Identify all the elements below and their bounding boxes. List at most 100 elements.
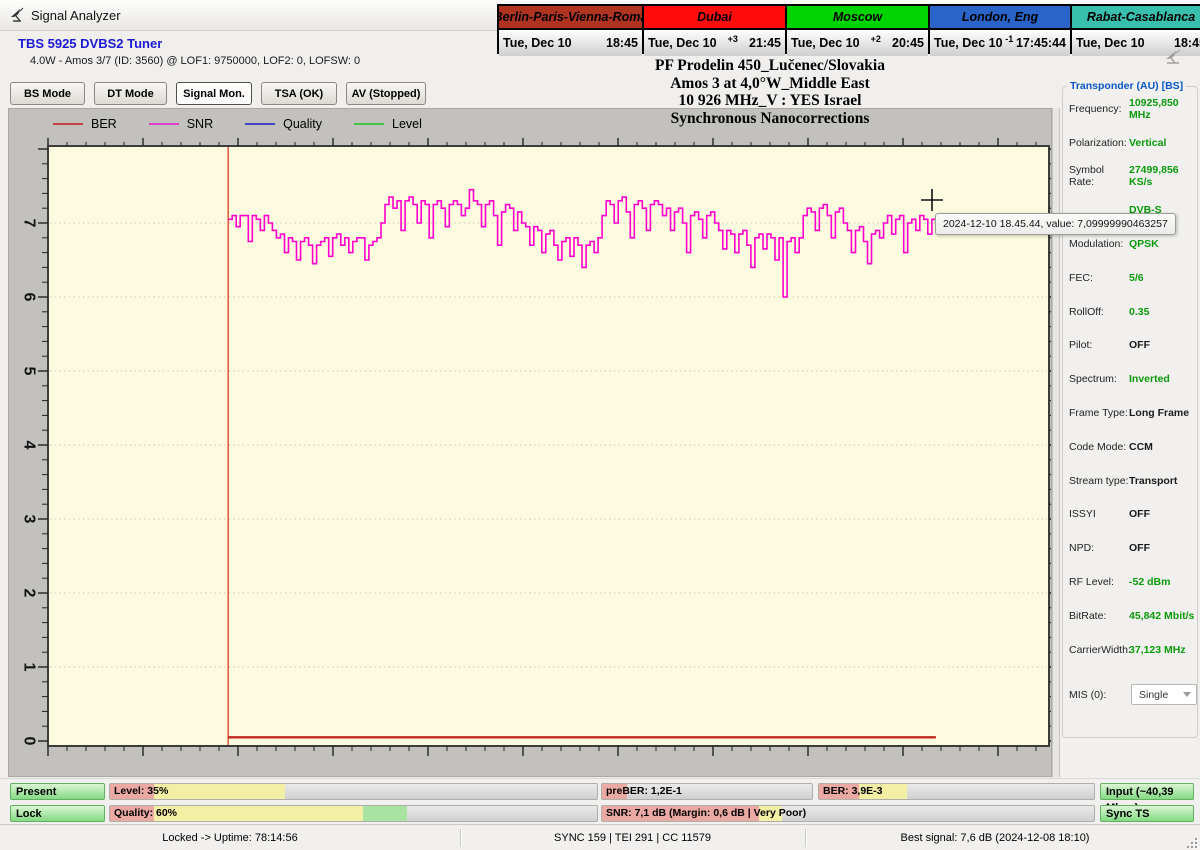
transponder-label: RollOff: <box>1069 305 1104 318</box>
y-tick-label: 3 <box>21 515 38 524</box>
transponder-label: Symbol Rate: <box>1069 164 1105 189</box>
transponder-row: CarrierWidth: 37,123 MHz <box>1063 633 1197 667</box>
transponder-row: RollOff: 0.35 <box>1063 295 1197 329</box>
transponder-label: ISSYI <box>1069 508 1096 521</box>
mis-selected-value: Single <box>1139 688 1169 701</box>
clock-city-1: Berlin-Paris-Vienna-Roma <box>499 6 642 28</box>
transponder-value: -52 dBm <box>1129 576 1171 589</box>
y-tick-label: 5 <box>21 367 38 376</box>
clock-city-2: Dubai <box>644 6 785 28</box>
resize-grip[interactable] <box>1185 836 1197 848</box>
legend-swatch <box>245 123 276 125</box>
transponder-label: BitRate: <box>1069 609 1107 622</box>
clock-date: Tue, Dec 10 <box>648 36 717 50</box>
mis-dropdown[interactable]: Single <box>1131 684 1197 706</box>
y-tick-label: 1 <box>21 663 38 672</box>
preber-progressbar: preBER: 1,2E-1 <box>601 783 813 800</box>
chevron-down-icon <box>1183 692 1191 698</box>
tab-bs-mode[interactable]: BS Mode <box>10 82 85 105</box>
chart-legend: BER SNR Quality Level <box>53 117 422 131</box>
clock-time: 18:45 <box>606 36 638 50</box>
status-sync-counters: SYNC 159 | TEI 291 | CC 11579 <box>554 832 711 844</box>
bar-segment-yellow <box>153 784 286 799</box>
app-icon <box>11 7 24 22</box>
transponder-value: 0.35 <box>1129 305 1150 318</box>
status-uptime: Locked -> Uptime: 78:14:56 <box>162 832 298 844</box>
tab-dt-mode[interactable]: DT Mode <box>94 82 167 105</box>
transponder-row: Polarization: Vertical <box>1063 126 1197 160</box>
transponder-groupbox: Transponder (AU) [BS] Frequency: 10925,85… <box>1062 80 1198 738</box>
transponder-value: Vertical <box>1129 136 1167 149</box>
y-tick-label: 6 <box>21 293 38 302</box>
transponder-row: Symbol Rate: 27499,856 KS/s <box>1063 160 1197 194</box>
transponder-row: Frequency: 10925,850 MHz <box>1063 92 1197 126</box>
transponder-value: 5/6 <box>1129 271 1144 284</box>
transponder-row: FEC: 5/6 <box>1063 261 1197 295</box>
transponder-value: 27499,856 KS/s <box>1129 164 1179 189</box>
clock-time: 18:45 <box>1174 36 1200 50</box>
transponder-label: Frame Type: <box>1069 407 1128 420</box>
tab-tsa-ok[interactable]: TSA (OK) <box>261 82 337 105</box>
level-progressbar: Level: 35% <box>109 783 598 800</box>
mode-tabs: BS Mode DT Mode Signal Mon. TSA (OK) AV (Sto… <box>10 82 426 105</box>
tuner-name: TBS 5925 DVBS2 Tuner <box>18 36 163 51</box>
transponder-row: Pilot: OFF <box>1063 329 1197 363</box>
transponder-row: Spectrum: Inverted <box>1063 362 1197 396</box>
bar-label: preBER: 1,2E-1 <box>606 785 682 797</box>
transponder-value: OFF <box>1129 339 1150 352</box>
tab-signal-mon[interactable]: Signal Mon. <box>176 82 252 105</box>
clock-value-1: Tue, Dec 10 18:45 <box>499 30 642 56</box>
clock-value-2: Tue, Dec 10 +3 21:45 <box>644 30 785 56</box>
clock-utc-offset: +2 <box>870 34 881 44</box>
world-clocks: Berlin-Paris-Vienna-Roma Dubai Moscow Londo… <box>497 4 1200 56</box>
tuner-detail: 4.0W - Amos 3/7 (ID: 3560) @ LOF1: 97500… <box>30 55 361 67</box>
transponder-label: CarrierWidth: <box>1069 643 1131 656</box>
signal-chart[interactable]: 0 1 2 3 4 5 6 7 <box>9 109 1051 776</box>
y-tick-label: 7 <box>21 219 38 228</box>
clock-date: Tue, Dec 10 <box>503 36 572 50</box>
transponder-label: Polarization: <box>1069 136 1127 149</box>
transponder-value: OFF <box>1129 508 1150 521</box>
transponder-row: ISSYI OFF <box>1063 498 1197 532</box>
clock-date: Tue, Dec 10 <box>791 36 860 50</box>
legend-label: SNR <box>186 117 214 131</box>
y-tick-label: 2 <box>21 589 38 598</box>
mis-label: MIS (0): <box>1069 688 1107 701</box>
transponder-label: FEC: <box>1069 271 1093 284</box>
bar-label: BER: 3,9E-3 <box>823 785 883 797</box>
tab-av-stopped[interactable]: AV (Stopped) <box>346 82 426 105</box>
clock-time: 17:45:44 <box>1015 36 1066 50</box>
legend-label: Level <box>392 117 422 131</box>
transponder-value: OFF <box>1129 542 1150 555</box>
snr-progressbar: SNR: 7,1 dB (Margin: 0,6 dB | Very Poor) <box>601 805 1095 822</box>
legend-item-level: Level <box>354 117 422 131</box>
legend-swatch <box>148 123 179 125</box>
legend-swatch <box>354 123 385 125</box>
site-title-line-1: PF Prodelin 450_Lučenec/Slovakia <box>655 57 885 74</box>
transponder-label: NPD: <box>1069 542 1095 555</box>
y-tick-label: 4 <box>21 441 38 450</box>
mis-row: MIS (0): Single <box>1063 675 1197 715</box>
transponder-label: Stream type: <box>1069 474 1129 487</box>
legend-item-snr: SNR <box>148 117 214 131</box>
quality-progressbar: Quality: 60% <box>109 805 598 822</box>
transponder-value: Long Frame <box>1129 407 1190 420</box>
clock-utc-offset: +3 <box>727 34 738 44</box>
legend-swatch <box>53 123 83 125</box>
ber-progressbar: BER: 3,9E-3 <box>818 783 1095 800</box>
clock-time: 20:45 <box>892 36 924 50</box>
y-tick-label: 0 <box>21 737 38 746</box>
transponder-row: NPD: OFF <box>1063 531 1197 565</box>
legend-label: Quality <box>283 117 323 131</box>
clock-city-4: London, Eng <box>930 6 1070 28</box>
clock-value-3: Tue, Dec 10 +2 20:45 <box>787 30 928 56</box>
bar-label: Quality: 60% <box>114 807 178 819</box>
chart-tooltip: 2024-12-10 18.45.44, value: 7,0999999046… <box>935 213 1176 235</box>
site-title-line-4: Synchronous Nanocorrections <box>670 109 870 127</box>
transponder-label: Spectrum: <box>1069 373 1117 386</box>
sync-ts-badge: Sync TS <box>1100 805 1194 822</box>
legend-label: BER <box>91 117 117 131</box>
site-title-line-3: 10 926 MHz_V : YES Israel <box>678 92 862 109</box>
bar-segment-yellow <box>153 806 364 821</box>
panel-splitter[interactable] <box>1052 108 1060 777</box>
